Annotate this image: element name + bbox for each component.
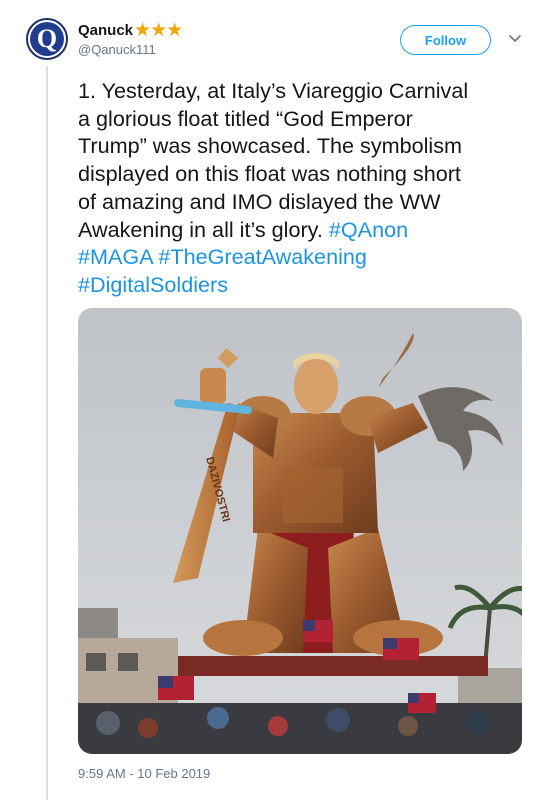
avatar[interactable]: Q [26,18,68,60]
tweet-text-line: #MAGA #TheGreatAwakening [78,243,538,271]
name-row[interactable]: Qanuck ★★★ [78,20,183,41]
q-avatar-icon: Q [30,22,64,56]
carnival-float-photo: DAZIVOSTRI [78,308,522,754]
chevron-down-icon[interactable] [508,34,522,44]
tweet-timestamp[interactable]: 9:59 AM - 10 Feb 2019 [78,766,210,781]
star-emoji-icon: ★★★ [134,20,183,41]
hashtag-link[interactable]: #QAnon [329,217,408,242]
tweet-text-segment: of amazing and IMO dislayed the WW [78,188,441,214]
tweet-text-line: displayed on this float was nothing shor… [78,160,538,188]
tweet-text-segment: Awakening in all it’s glory. [78,216,329,242]
user-handle[interactable]: @Qanuck111 [78,42,156,57]
hashtag-link[interactable]: #MAGA [78,244,152,269]
hashtag-link[interactable]: #TheGreatAwakening [158,244,366,269]
tweet-photo[interactable]: DAZIVOSTRI [78,308,522,754]
display-name[interactable]: Qanuck [78,22,133,39]
tweet-text-line: 1. Yesterday, at Italy’s Viareggio Carni… [78,77,538,105]
tweet-text-segment: a glorious float titled “God Emperor [78,105,413,131]
tweet-text-segment: 1. Yesterday, at Italy’s Viareggio Carni… [78,78,469,103]
hashtag-link[interactable]: #DigitalSoldiers [78,272,228,297]
follow-button[interactable]: Follow [400,25,491,55]
thread-line [46,66,48,800]
tweet-text-line: Awakening in all it’s glory. #QAnon [78,216,538,244]
tweet-text: 1. Yesterday, at Italy’s Viareggio Carni… [78,77,538,299]
tweet-text-line: a glorious float titled “God Emperor [78,105,538,133]
tweet-text-line: of amazing and IMO dislayed the WW [78,188,538,216]
tweet-text-segment: Trump” was showcased. The symbolism [78,133,463,159]
tweet-text-line: #DigitalSoldiers [78,271,538,299]
avatar-letter: Q [36,24,58,53]
tweet-text-line: Trump” was showcased. The symbolism [78,132,538,160]
tweet-text-segment: displayed on this float was nothing shor… [78,161,461,187]
